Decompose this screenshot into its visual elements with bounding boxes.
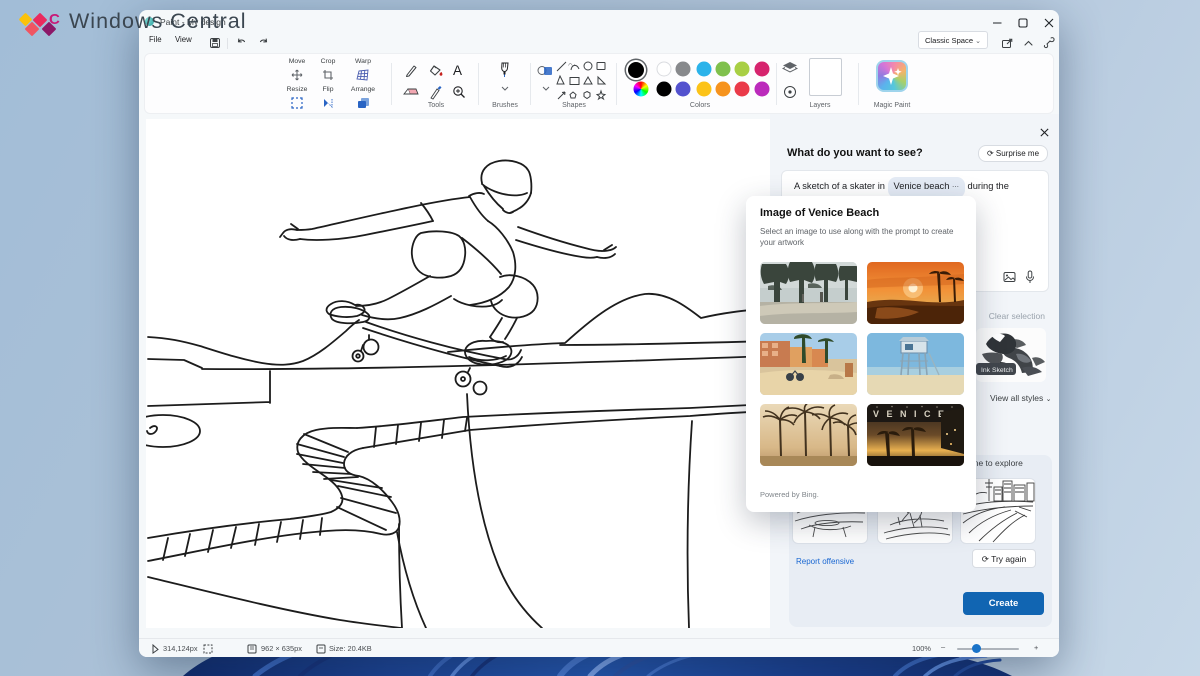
svg-text:Ink Sketch: Ink Sketch — [981, 367, 1013, 374]
svg-text:C: C — [49, 11, 60, 28]
svg-text:VENICE: VENICE — [873, 409, 952, 419]
